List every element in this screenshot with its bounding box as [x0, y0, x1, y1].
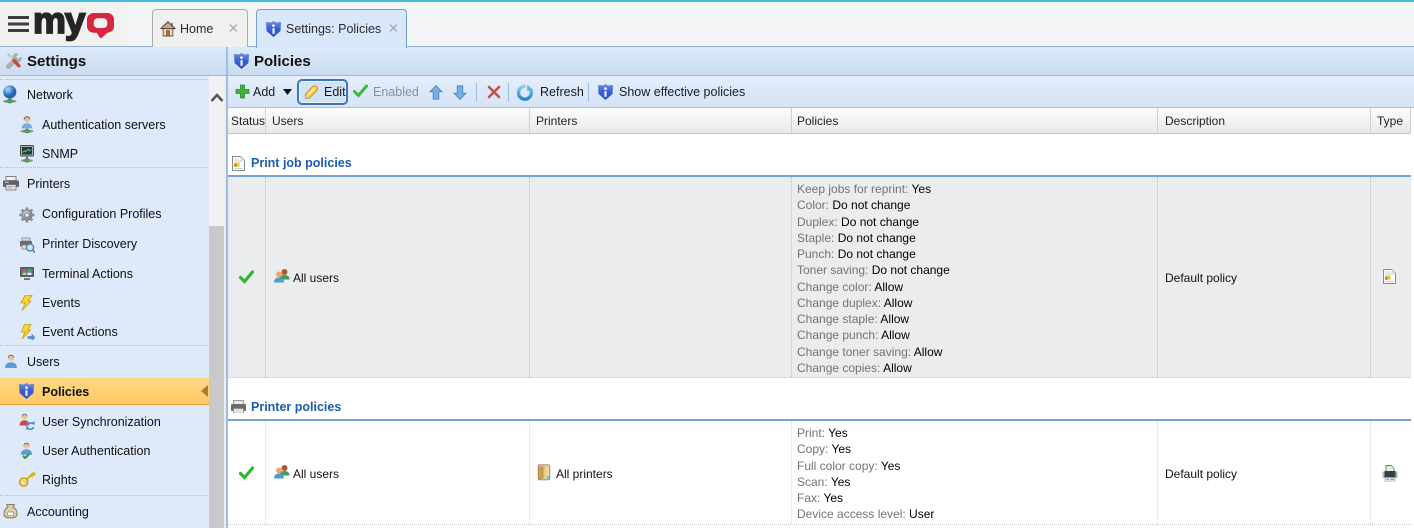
- svg-text:my: my: [33, 0, 86, 41]
